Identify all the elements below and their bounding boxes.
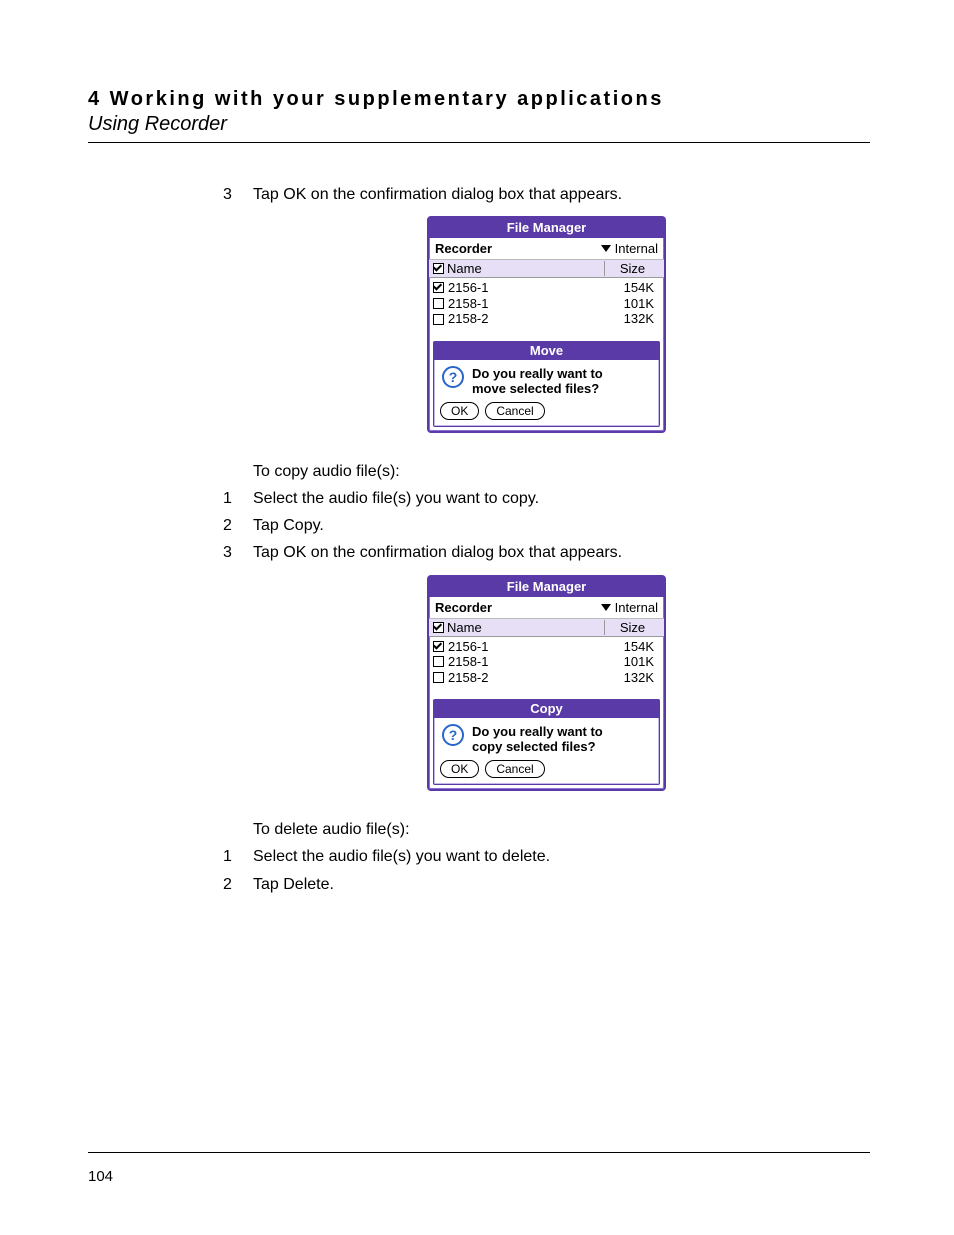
dialog-message: Do you really want to move selected file… <box>472 366 603 396</box>
dropdown-icon <box>601 604 611 611</box>
row-checkbox[interactable] <box>433 656 444 667</box>
titlebar: File Manager <box>429 218 664 238</box>
step-number: 2 <box>223 514 253 537</box>
column-size: Size <box>604 261 660 276</box>
file-name: 2158-1 <box>448 296 595 312</box>
step-number: 2 <box>223 873 253 896</box>
ok-button[interactable]: OK <box>440 402 479 420</box>
table-row[interactable]: 2156-1 154K <box>433 639 660 655</box>
step-text: Select the audio file(s) you want to del… <box>253 845 870 868</box>
row-checkbox[interactable] <box>433 314 444 325</box>
storage-dropdown[interactable]: Internal <box>601 241 658 256</box>
dialog-title: Copy <box>434 700 659 718</box>
column-name: Name <box>447 261 482 276</box>
table-row[interactable]: 2158-1 101K <box>433 654 660 670</box>
step-text: Tap OK on the confirmation dialog box th… <box>253 541 870 564</box>
file-name: 2156-1 <box>448 639 595 655</box>
app-name-label: Recorder <box>435 241 492 256</box>
question-icon: ? <box>442 724 464 746</box>
step-number: 3 <box>223 541 253 564</box>
table-row[interactable]: 2158-1 101K <box>433 296 660 312</box>
row-checkbox[interactable] <box>433 298 444 309</box>
file-name: 2158-2 <box>448 311 595 327</box>
step-text: Tap Copy. <box>253 514 870 537</box>
step-number: 3 <box>223 183 253 206</box>
chapter-title: 4 Working with your supplementary applic… <box>88 88 870 111</box>
file-size: 154K <box>599 280 660 296</box>
dropdown-icon <box>601 245 611 252</box>
storage-dropdown[interactable]: Internal <box>601 600 658 615</box>
file-size: 101K <box>599 654 660 670</box>
copy-heading: To copy audio file(s): <box>253 463 870 481</box>
section-title: Using Recorder <box>88 113 870 136</box>
cancel-button[interactable]: Cancel <box>485 402 544 420</box>
copy-dialog: Copy ? Do you really want to copy select… <box>433 699 660 785</box>
file-size: 132K <box>599 311 660 327</box>
step-text: Tap OK on the confirmation dialog box th… <box>253 183 870 206</box>
ok-button[interactable]: OK <box>440 760 479 778</box>
select-all-checkbox[interactable] <box>433 622 444 633</box>
file-size: 132K <box>599 670 660 686</box>
file-size: 101K <box>599 296 660 312</box>
storage-label: Internal <box>615 600 658 615</box>
footer-rule <box>88 1152 870 1153</box>
dialog-message: Do you really want to copy selected file… <box>472 724 603 754</box>
row-checkbox[interactable] <box>433 282 444 293</box>
table-row[interactable]: 2158-2 132K <box>433 670 660 686</box>
step-number: 1 <box>223 487 253 510</box>
app-name-label: Recorder <box>435 600 492 615</box>
step-text: Tap Delete. <box>253 873 870 896</box>
file-name: 2158-2 <box>448 670 595 686</box>
table-row[interactable]: 2156-1 154K <box>433 280 660 296</box>
select-all-checkbox[interactable] <box>433 263 444 274</box>
question-icon: ? <box>442 366 464 388</box>
file-manager-copy: File Manager Recorder Internal Name Size <box>427 575 666 792</box>
row-checkbox[interactable] <box>433 672 444 683</box>
table-row[interactable]: 2158-2 132K <box>433 311 660 327</box>
step-text: Select the audio file(s) you want to cop… <box>253 487 870 510</box>
file-size: 154K <box>599 639 660 655</box>
row-checkbox[interactable] <box>433 641 444 652</box>
file-name: 2156-1 <box>448 280 595 296</box>
column-name: Name <box>447 620 482 635</box>
page-number: 104 <box>88 1168 113 1185</box>
step-number: 1 <box>223 845 253 868</box>
delete-heading: To delete audio file(s): <box>253 821 870 839</box>
file-manager-move: File Manager Recorder Internal Name Size <box>427 216 666 433</box>
storage-label: Internal <box>615 241 658 256</box>
cancel-button[interactable]: Cancel <box>485 760 544 778</box>
column-size: Size <box>604 620 660 635</box>
titlebar: File Manager <box>429 577 664 597</box>
header-rule <box>88 142 870 143</box>
move-dialog: Move ? Do you really want to move select… <box>433 341 660 427</box>
dialog-title: Move <box>434 342 659 360</box>
file-name: 2158-1 <box>448 654 595 670</box>
